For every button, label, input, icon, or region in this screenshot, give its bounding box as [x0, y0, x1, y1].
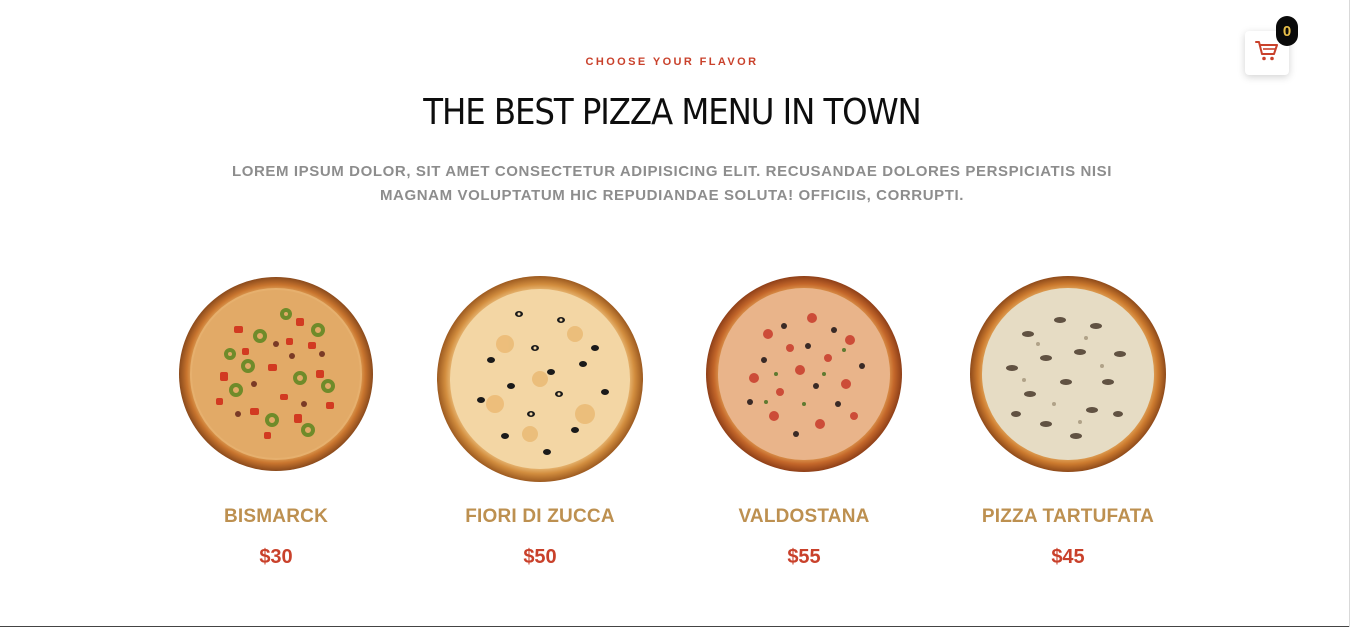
menu-item-bismarck[interactable]: BISMARCK $30 [161, 270, 391, 580]
section-eyebrow: CHOOSE YOUR FLAVOR [585, 56, 759, 68]
menu-item-price: $55 [787, 546, 821, 568]
section-description: LOREM IPSUM DOLOR, SIT AMET CONSECTETUR … [231, 163, 1113, 204]
page-title: THE BEST PIZZA MENU IN TOWN [423, 92, 921, 133]
menu-item-price: $50 [523, 546, 557, 568]
menu-item-valdostana[interactable]: VALDOSTANA $55 [689, 270, 919, 580]
menu-item-name: BISMARCK [224, 506, 328, 527]
menu-item-pizza-tartufata[interactable]: PIZZA TARTUFATA $45 [953, 270, 1183, 580]
pizza-image-bismarck [176, 274, 376, 474]
cart-count-badge: 0 [1276, 16, 1298, 46]
menu-item-price: $30 [259, 546, 293, 568]
menu-item-name: PIZZA TARTUFATA [981, 506, 1155, 527]
menu-item-fiori-di-zucca[interactable]: FIORI DI ZUCCA $50 [425, 270, 655, 580]
pizza-image-fiori-di-zucca [435, 274, 645, 484]
shopping-cart-icon [1255, 40, 1279, 67]
menu-item-price: $45 [1051, 546, 1085, 568]
menu-item-name: FIORI DI ZUCCA [465, 506, 615, 527]
pizza-image-valdostana [704, 274, 904, 474]
pizza-menu-page: CHOOSE YOUR FLAVOR THE BEST PIZZA MENU I… [0, 0, 1350, 627]
menu-item-name: VALDOSTANA [738, 506, 870, 527]
pizza-image-pizza-tartufata [968, 274, 1168, 474]
